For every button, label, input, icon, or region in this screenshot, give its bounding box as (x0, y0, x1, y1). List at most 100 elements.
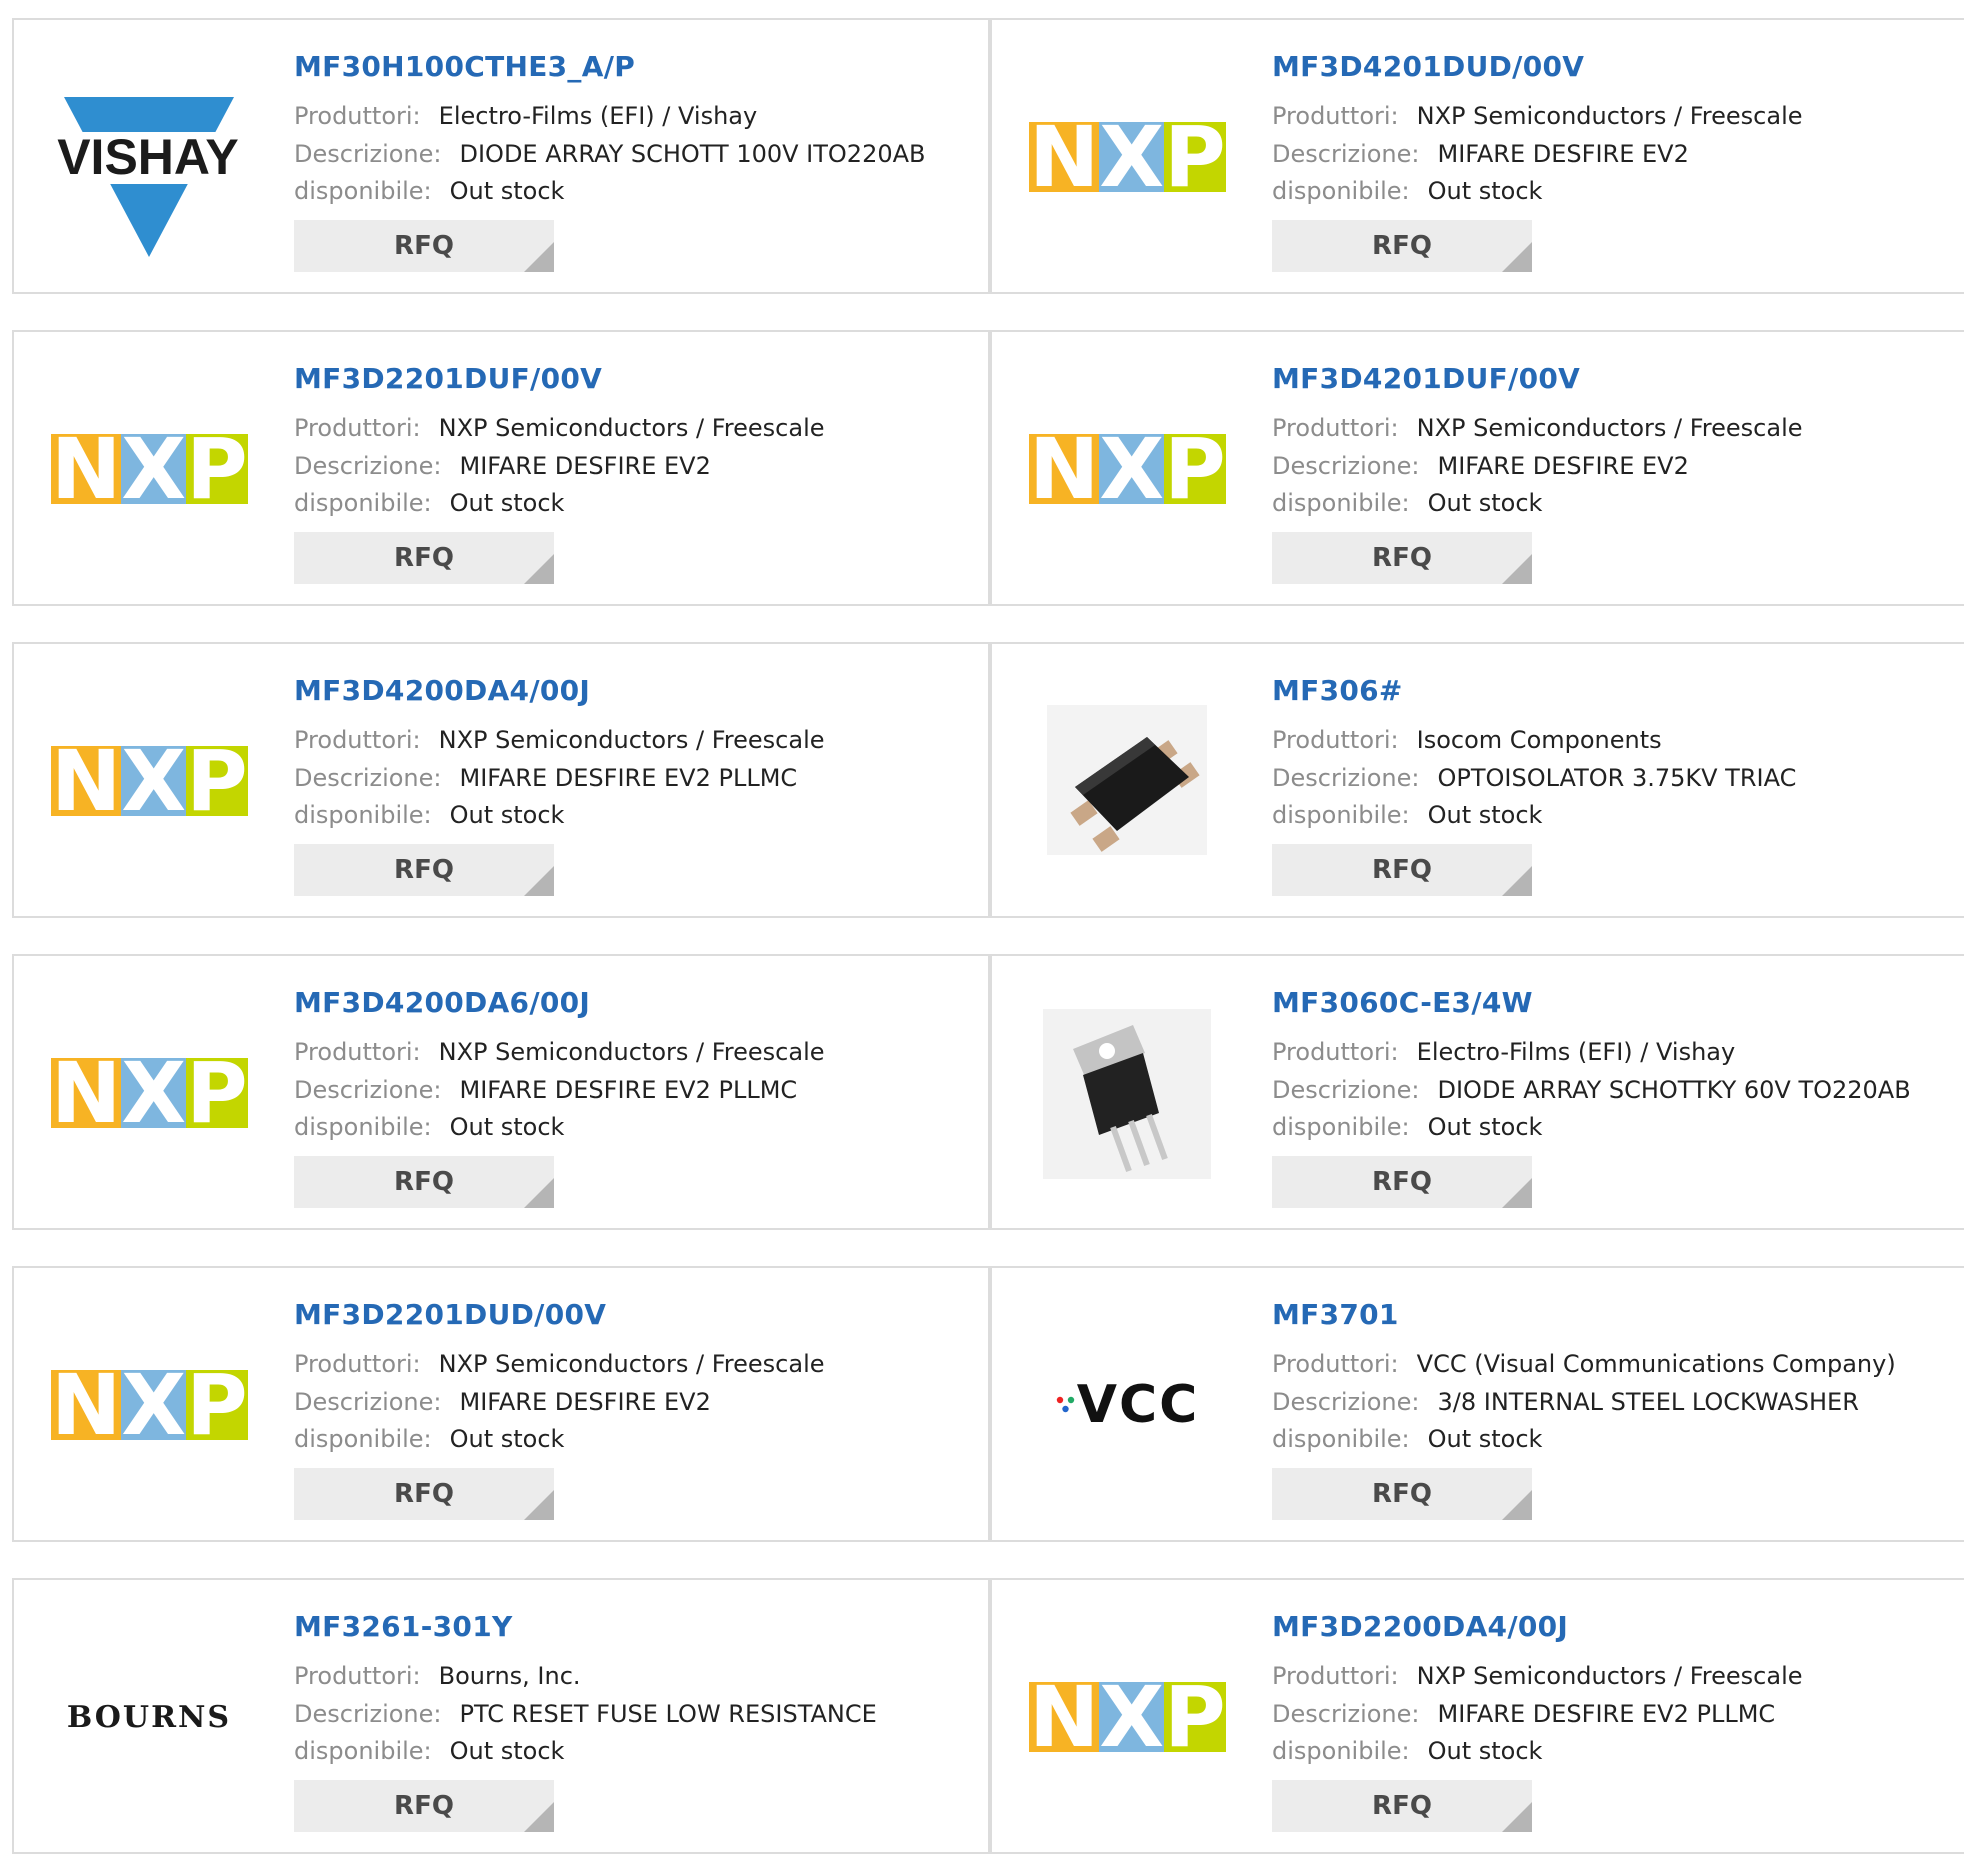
rfq-button[interactable]: RFQ (1272, 532, 1532, 584)
manufacturer-value: NXP Semiconductors / Freescale (438, 414, 825, 442)
manufacturer-value: NXP Semiconductors / Freescale (1416, 102, 1803, 130)
availability-value: Out stock (449, 489, 565, 517)
rfq-button[interactable]: RFQ (1272, 1780, 1532, 1832)
product-card: N X P MF3D4200DA4/00J Produttori: NXP Sem… (12, 642, 990, 918)
nxp-logo: N X P (1029, 1668, 1226, 1766)
product-card: N X P MF3D4201DUD/00V Produttori: NXP Sem… (990, 18, 1964, 294)
manufacturer-label: Produttori: (1272, 1350, 1399, 1378)
nxp-logo-x: X (121, 1356, 187, 1454)
manufacturer-label: Produttori: (1272, 1662, 1399, 1690)
rfq-button[interactable]: RFQ (1272, 1468, 1532, 1520)
product-card: BOURNS MF3261-301Y Produttori: Bourns, In… (12, 1578, 990, 1854)
part-number-link[interactable]: MF3D4201DUF/00V (1272, 362, 1580, 395)
manufacturer-row: Produttori: NXP Semiconductors / Freescal… (1272, 414, 1803, 442)
manufacturer-label: Produttori: (294, 414, 421, 442)
rfq-button[interactable]: RFQ (294, 1780, 554, 1832)
rfq-button[interactable]: RFQ (294, 220, 554, 272)
nxp-logo: N X P (1029, 108, 1226, 206)
manufacturer-value: NXP Semiconductors / Freescale (438, 1350, 825, 1378)
manufacturer-logo (1022, 676, 1232, 886)
rfq-corner-triangle (1502, 554, 1532, 584)
rfq-corner-triangle (524, 1178, 554, 1208)
manufacturer-label: Produttori: (1272, 414, 1399, 442)
description-value: DIODE ARRAY SCHOTTKY 60V TO220AB (1437, 1076, 1911, 1104)
description-value: DIODE ARRAY SCHOTT 100V ITO220AB (459, 140, 926, 168)
part-number-link[interactable]: MF30H100CTHE3_A/P (294, 50, 635, 83)
product-card: MF3060C-E3/4W Produttori: Electro-Films (… (990, 954, 1964, 1230)
product-grid: VISHAY MF30H100CTHE3_A/P Produttori: Elec… (0, 0, 1964, 1854)
rfq-button[interactable]: RFQ (1272, 844, 1532, 896)
rfq-corner-triangle (1502, 242, 1532, 272)
nxp-logo-x: X (121, 420, 187, 518)
description-row: Descrizione: OPTOISOLATOR 3.75KV TRIAC (1272, 764, 1796, 792)
manufacturer-value: Electro-Films (EFI) / Vishay (1416, 1038, 1736, 1066)
nxp-logo: N X P (51, 1356, 248, 1454)
description-label: Descrizione: (1272, 140, 1420, 168)
description-value: MIFARE DESFIRE EV2 PLLMC (459, 1076, 798, 1104)
rfq-button-label: RFQ (394, 543, 454, 573)
manufacturer-logo: BOURNS (44, 1612, 254, 1822)
rfq-button-label: RFQ (1372, 1479, 1432, 1509)
part-number-link[interactable]: MF3D4200DA6/00J (294, 986, 590, 1019)
part-number-link[interactable]: MF3D2200DA4/00J (1272, 1610, 1568, 1643)
availability-label: disponibile: (1272, 489, 1410, 517)
rfq-button[interactable]: RFQ (1272, 1156, 1532, 1208)
availability-label: disponibile: (294, 1425, 432, 1453)
availability-row: disponibile: Out stock (1272, 1737, 1542, 1765)
rfq-button[interactable]: RFQ (1272, 220, 1532, 272)
rfq-button-label: RFQ (394, 1167, 454, 1197)
rfq-button[interactable]: RFQ (294, 532, 554, 584)
manufacturer-row: Produttori: NXP Semiconductors / Freescal… (294, 1038, 825, 1066)
manufacturer-logo: VCC (1022, 1300, 1232, 1510)
manufacturer-value: NXP Semiconductors / Freescale (438, 726, 825, 754)
nxp-logo-x: X (1099, 108, 1165, 206)
part-number-link[interactable]: MF3D4201DUD/00V (1272, 50, 1584, 83)
part-number-link[interactable]: MF3D2201DUD/00V (294, 1298, 606, 1331)
rfq-corner-triangle (1502, 1490, 1532, 1520)
manufacturer-value: Bourns, Inc. (438, 1662, 581, 1690)
description-value: MIFARE DESFIRE EV2 (459, 1388, 711, 1416)
description-label: Descrizione: (1272, 1388, 1420, 1416)
manufacturer-logo: N X P (1022, 52, 1232, 262)
part-number-link[interactable]: MF3060C-E3/4W (1272, 986, 1533, 1019)
nxp-logo-n: N (1029, 1668, 1100, 1766)
availability-value: Out stock (449, 1737, 565, 1765)
rfq-button[interactable]: RFQ (294, 844, 554, 896)
part-number-link[interactable]: MF3D2201DUF/00V (294, 362, 602, 395)
availability-label: disponibile: (294, 177, 432, 205)
description-row: Descrizione: MIFARE DESFIRE EV2 (294, 1388, 711, 1416)
part-number-link[interactable]: MF3701 (1272, 1298, 1399, 1331)
description-label: Descrizione: (1272, 1076, 1420, 1104)
nxp-logo-n: N (51, 732, 122, 830)
description-row: Descrizione: PTC RESET FUSE LOW RESISTANC… (294, 1700, 877, 1728)
availability-label: disponibile: (1272, 1737, 1410, 1765)
rfq-button[interactable]: RFQ (294, 1156, 554, 1208)
vcc-logo-text: VCC (1076, 1375, 1200, 1435)
nxp-logo-x: X (1099, 420, 1165, 518)
product-card: N X P MF3D2200DA4/00J Produttori: NXP Sem… (990, 1578, 1964, 1854)
availability-row: disponibile: Out stock (294, 489, 564, 517)
nxp-logo-p: P (186, 732, 248, 830)
manufacturer-row: Produttori: NXP Semiconductors / Freescal… (294, 1350, 825, 1378)
nxp-logo-p: P (1164, 108, 1226, 206)
part-number-link[interactable]: MF306# (1272, 674, 1403, 707)
nxp-logo: N X P (51, 732, 248, 830)
manufacturer-row: Produttori: Bourns, Inc. (294, 1662, 581, 1690)
description-label: Descrizione: (294, 140, 442, 168)
part-number-link[interactable]: MF3D4200DA4/00J (294, 674, 590, 707)
rfq-button[interactable]: RFQ (294, 1468, 554, 1520)
nxp-logo-p: P (186, 420, 248, 518)
manufacturer-row: Produttori: NXP Semiconductors / Freescal… (1272, 102, 1803, 130)
description-row: Descrizione: MIFARE DESFIRE EV2 (1272, 140, 1689, 168)
description-value: MIFARE DESFIRE EV2 PLLMC (1437, 1700, 1776, 1728)
part-number-link[interactable]: MF3261-301Y (294, 1610, 513, 1643)
nxp-logo-n: N (51, 1356, 122, 1454)
description-value: 3/8 INTERNAL STEEL LOCKWASHER (1437, 1388, 1859, 1416)
rfq-button-label: RFQ (1372, 855, 1432, 885)
rfq-button-label: RFQ (1372, 1791, 1432, 1821)
manufacturer-value: Isocom Components (1416, 726, 1662, 754)
manufacturer-logo: N X P (44, 676, 254, 886)
to220-package-image (1043, 1009, 1211, 1179)
rfq-button-label: RFQ (394, 855, 454, 885)
manufacturer-label: Produttori: (1272, 102, 1399, 130)
